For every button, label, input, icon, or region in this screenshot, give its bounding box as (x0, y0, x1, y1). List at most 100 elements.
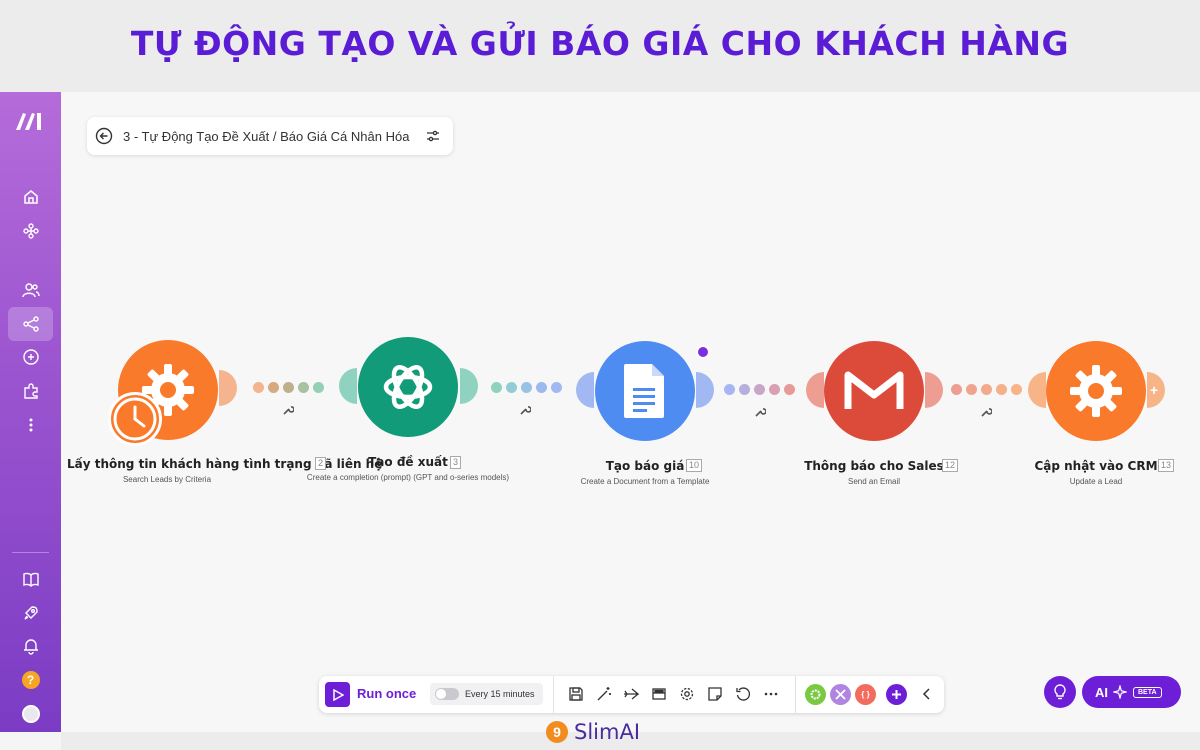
apps-icon (22, 223, 39, 239)
make-logo[interactable] (14, 110, 46, 132)
magic-wand-icon[interactable] (596, 686, 612, 702)
avatar (21, 705, 40, 723)
gear-icon (810, 689, 821, 700)
sidebar-item-team[interactable] (8, 273, 53, 307)
module-3-node[interactable] (595, 341, 695, 441)
connector-dot (754, 384, 765, 395)
openai-icon (383, 365, 433, 409)
app-chip-tools[interactable] (830, 684, 851, 705)
module-1-title: Lấy thông tin khách hàng tình trạng đã l… (67, 457, 383, 471)
connector-dot (996, 384, 1007, 395)
module-5-index: 13 (1158, 459, 1175, 472)
save-icon[interactable] (568, 686, 584, 702)
connector-dot (724, 384, 735, 395)
settings-icon[interactable] (679, 686, 695, 702)
module-5-node[interactable] (1046, 341, 1146, 441)
note-icon[interactable] (707, 686, 723, 702)
tools-icon (835, 689, 846, 700)
app-chip-bracket[interactable]: { } (855, 684, 876, 705)
connector-dot (551, 382, 562, 393)
connector-dot (784, 384, 795, 395)
ai-label: AI (1095, 684, 1108, 700)
sidebar-item-help[interactable]: ? (8, 663, 53, 697)
sidebar-item-connections[interactable] (8, 340, 53, 374)
sidebar-item-apps[interactable] (8, 214, 53, 248)
airplane-icon[interactable] (623, 686, 639, 702)
module-2-subtitle: Create a completion (prompt) (GPT and o-… (306, 473, 510, 482)
page-title: TỰ ĐỘNG TẠO VÀ GỬI BÁO GIÁ CHO KHÁCH HÀN… (130, 24, 1070, 63)
module-4-subtitle: Send an Email (847, 477, 901, 486)
help-icon: ? (21, 671, 40, 689)
sidebar-item-docs[interactable] (8, 562, 53, 596)
sidebar-item-profile[interactable] (8, 697, 53, 731)
layout-icon[interactable] (651, 686, 667, 702)
brand-name: SlimAI (574, 720, 641, 744)
schedule-toggle[interactable] (435, 688, 459, 700)
back-arrow-icon[interactable] (95, 127, 113, 145)
collapse-chevron-icon[interactable] (919, 686, 935, 702)
module-5-label: Cập nhật vào CRM Update a Lead (1016, 459, 1176, 486)
module-3-index: 10 (686, 459, 703, 472)
module-1-label: Lấy thông tin khách hàng tình trạng đã l… (67, 457, 383, 484)
sparkle-icon (1113, 685, 1127, 699)
schedule-clock[interactable] (108, 392, 162, 446)
hint-button[interactable] (1044, 676, 1076, 708)
tune-icon[interactable] (425, 128, 441, 144)
module-5-subtitle: Update a Lead (1069, 477, 1123, 486)
connector-dot (966, 384, 977, 395)
connector-dot (769, 384, 780, 395)
schedule-label: Every 15 minutes (465, 689, 535, 699)
brand-mark: 9 (546, 721, 568, 743)
ai-assistant-button[interactable]: AI BETA (1082, 676, 1181, 708)
toolbar-divider (795, 676, 796, 713)
puzzle-icon (23, 383, 38, 399)
connector-dot (506, 382, 517, 393)
module-3-label: Tạo báo giá Create a Document from a Tem… (545, 459, 745, 486)
more-horizontal-icon[interactable] (763, 686, 779, 702)
home-icon (23, 190, 38, 204)
connector-dot (521, 382, 532, 393)
connector-dot (313, 382, 324, 393)
sidebar-item-puzzle[interactable] (8, 374, 53, 408)
module-2-title: Tạo đề xuất (368, 455, 448, 469)
connector-dot (268, 382, 279, 393)
module-3-note-badge[interactable] (696, 345, 710, 359)
connector-dot (739, 384, 750, 395)
undo-icon[interactable] (735, 686, 751, 702)
connections-icon (22, 349, 39, 365)
google-docs-icon (624, 364, 664, 418)
beta-badge: BETA (1133, 686, 1162, 698)
sidebar: ? (0, 92, 61, 732)
sidebar-divider (12, 552, 49, 553)
module-3-subtitle: Create a Document from a Template (580, 477, 710, 486)
wrench-icon[interactable] (980, 406, 992, 418)
app-chip-gear[interactable] (805, 684, 826, 705)
module-2-node[interactable] (358, 337, 458, 437)
brand-logo: 9 SlimAI (546, 719, 656, 745)
module-4-index: 12 (942, 459, 959, 472)
add-app-button[interactable] (886, 684, 907, 705)
connector-dot (536, 382, 547, 393)
sidebar-item-notifications[interactable] (8, 629, 53, 663)
run-once-label[interactable]: Run once (357, 686, 416, 701)
module-4-node[interactable] (824, 341, 924, 441)
connector-dot (283, 382, 294, 393)
sidebar-item-launch[interactable] (8, 596, 53, 630)
sidebar-item-scenarios[interactable] (8, 307, 53, 341)
wrench-icon[interactable] (754, 406, 766, 418)
connector-dot (253, 382, 264, 393)
wrench-icon[interactable] (519, 404, 531, 416)
sidebar-item-more[interactable] (8, 408, 53, 442)
sidebar-item-home[interactable] (8, 180, 53, 214)
rocket-icon (23, 606, 38, 620)
connector-dot (298, 382, 309, 393)
bottom-toolbar: Run once Every 15 minutes { } (319, 676, 944, 713)
connector-dot (981, 384, 992, 395)
scenario-name[interactable]: 3 - Tự Động Tạo Đề Xuất / Báo Giá Cá Nhâ… (123, 129, 425, 144)
run-once-button[interactable] (325, 682, 350, 707)
schedule-control[interactable]: Every 15 minutes (430, 683, 543, 705)
module-3-title: Tạo báo giá (605, 459, 685, 473)
wrench-icon[interactable] (282, 404, 294, 416)
gmail-icon (844, 371, 904, 409)
connector-dot (1011, 384, 1022, 395)
